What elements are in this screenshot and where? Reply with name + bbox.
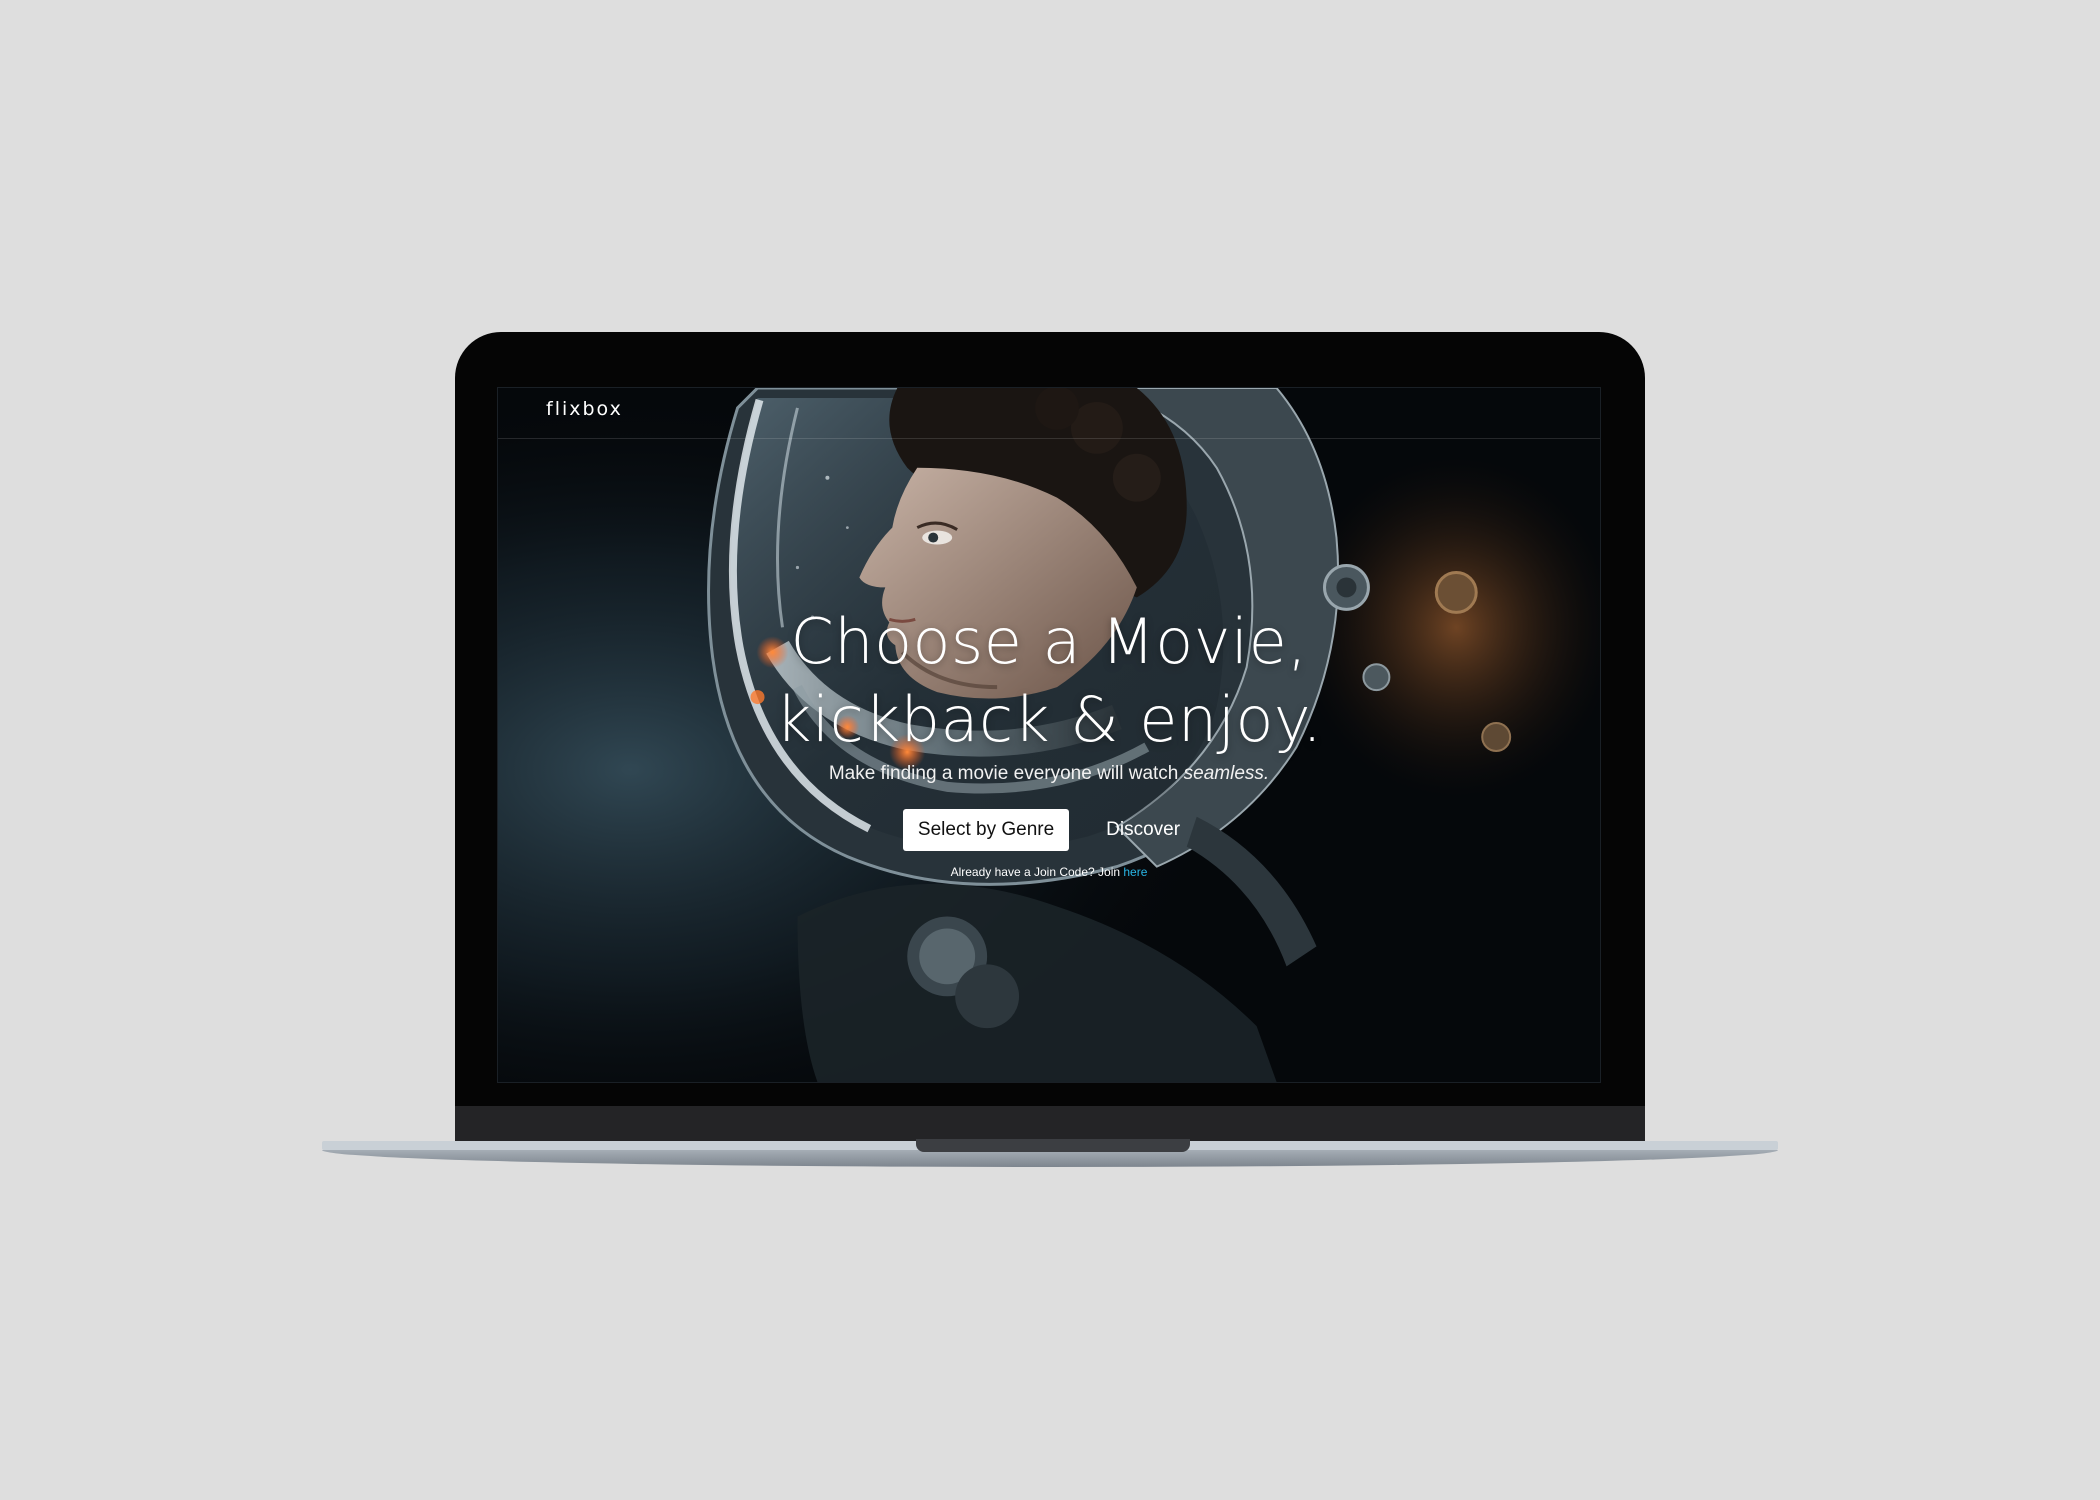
hero-subline-text: Make finding a movie everyone will watch — [828, 763, 1184, 784]
hero-actions: Select by Genre Discover — [498, 809, 1600, 851]
hero-headline-line-2: kickback & enjoy. — [775, 683, 1323, 756]
hero-content: Choose a Movie, kickback & enjoy. Make f… — [498, 603, 1600, 879]
discover-button[interactable]: Discover — [1091, 809, 1195, 851]
laptop-base — [322, 1150, 1778, 1167]
brand-logo[interactable]: flixbox — [546, 398, 623, 420]
hero-subline: Make finding a movie everyone will watch… — [498, 763, 1600, 785]
navbar: flixbox — [498, 388, 1600, 439]
hero-headline-line-1: Choose a Movie, — [790, 605, 1308, 678]
join-code-prompt: Already have a Join Code? Join here — [498, 865, 1600, 879]
join-here-link[interactable]: here — [1123, 865, 1147, 879]
join-code-text: Already have a Join Code? Join — [950, 865, 1124, 879]
laptop-notch — [916, 1139, 1190, 1152]
select-by-genre-button[interactable]: Select by Genre — [902, 809, 1070, 851]
laptop-screen: flixbox Choose a Movie, kickback & enjoy… — [497, 387, 1601, 1083]
hero-headline: Choose a Movie, kickback & enjoy. — [498, 603, 1600, 759]
mockup-stage: flixbox Choose a Movie, kickback & enjoy… — [0, 0, 2100, 1500]
laptop-chin — [455, 1106, 1645, 1142]
hero-subline-emphasis: seamless. — [1183, 763, 1270, 784]
